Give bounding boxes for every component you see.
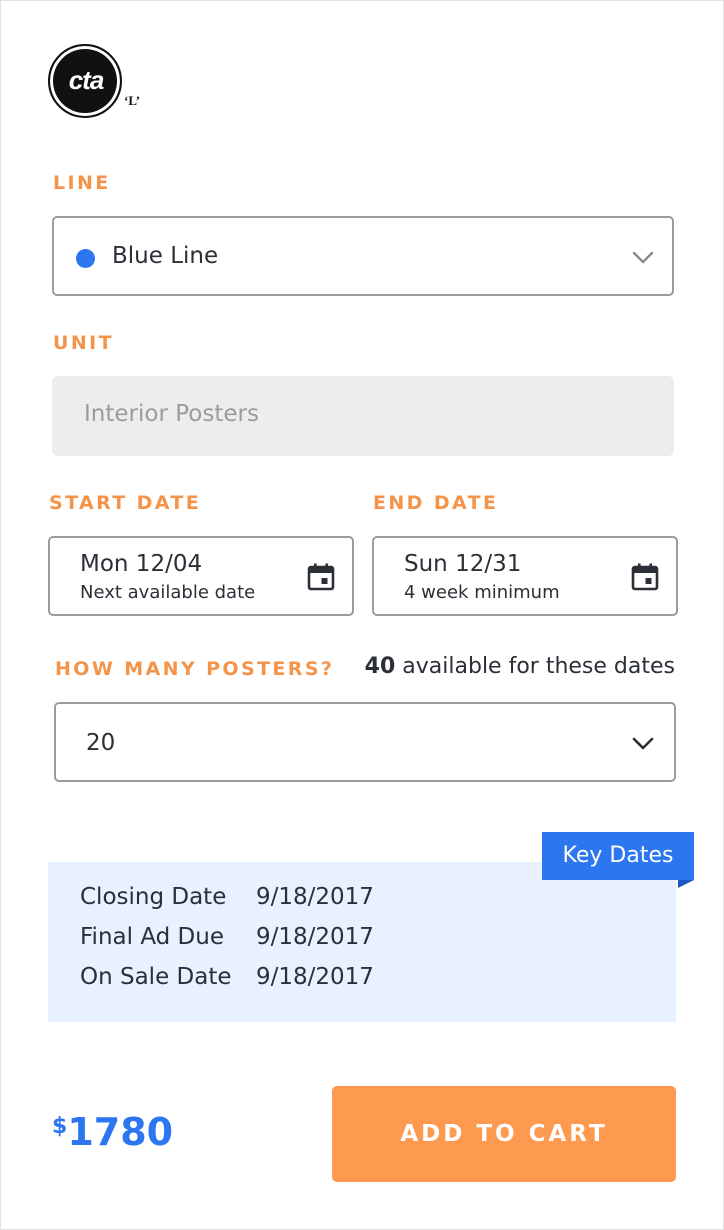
price-amount: 1780 — [67, 1110, 174, 1154]
unit-field: Interior Posters — [52, 376, 674, 456]
line-label: LINE — [53, 172, 111, 194]
key-dates-panel: Closing Date 9/18/2017 Final Ad Due 9/18/2… — [48, 862, 676, 1022]
key-date-value: 9/18/2017 — [256, 884, 374, 910]
key-date-row: Final Ad Due 9/18/2017 — [80, 924, 374, 950]
calendar-icon — [307, 563, 335, 591]
logo-suffix: ‘L’ — [124, 93, 141, 108]
available-count: 40 — [364, 654, 396, 679]
unit-label: UNIT — [53, 332, 114, 354]
posters-select[interactable]: 20 — [54, 702, 676, 782]
cta-logo: cta — [48, 44, 126, 122]
availability-text: 40 available for these dates — [365, 654, 675, 679]
chevron-down-icon — [632, 737, 654, 750]
available-suffix: available for these dates — [395, 654, 675, 679]
posters-label: HOW MANY POSTERS? — [55, 658, 335, 680]
end-date-hint: 4 week minimum — [404, 582, 560, 603]
line-color-dot — [76, 249, 95, 268]
line-select-value: Blue Line — [112, 243, 219, 269]
start-date-picker[interactable]: Mon 12/04 Next available date — [48, 536, 354, 616]
line-select[interactable]: Blue Line — [52, 216, 674, 296]
key-date-value: 9/18/2017 — [256, 924, 374, 950]
start-date-value: Mon 12/04 — [80, 551, 203, 577]
total-price: $1780 — [52, 1110, 173, 1154]
start-date-hint: Next available date — [80, 582, 256, 603]
start-date-label: START DATE — [49, 492, 202, 514]
key-date-name: Final Ad Due — [80, 924, 224, 950]
logo-text: cta — [68, 65, 105, 95]
key-dates-tag: Key Dates — [542, 832, 694, 880]
key-date-row: On Sale Date 9/18/2017 — [80, 964, 374, 990]
key-date-value: 9/18/2017 — [256, 964, 374, 990]
key-date-row: Closing Date 9/18/2017 — [80, 884, 374, 910]
chevron-down-icon — [632, 251, 654, 264]
calendar-icon — [631, 563, 659, 591]
key-date-name: Closing Date — [80, 884, 227, 910]
end-date-picker[interactable]: Sun 12/31 4 week minimum — [372, 536, 678, 616]
key-dates-tag-fold — [678, 880, 694, 888]
end-date-value: Sun 12/31 — [404, 551, 522, 577]
key-date-name: On Sale Date — [80, 964, 232, 990]
end-date-label: END DATE — [373, 492, 499, 514]
add-to-cart-button[interactable]: ADD TO CART — [332, 1086, 676, 1182]
price-currency: $ — [52, 1114, 68, 1139]
posters-select-value: 20 — [86, 730, 116, 756]
unit-field-value: Interior Posters — [84, 401, 259, 427]
